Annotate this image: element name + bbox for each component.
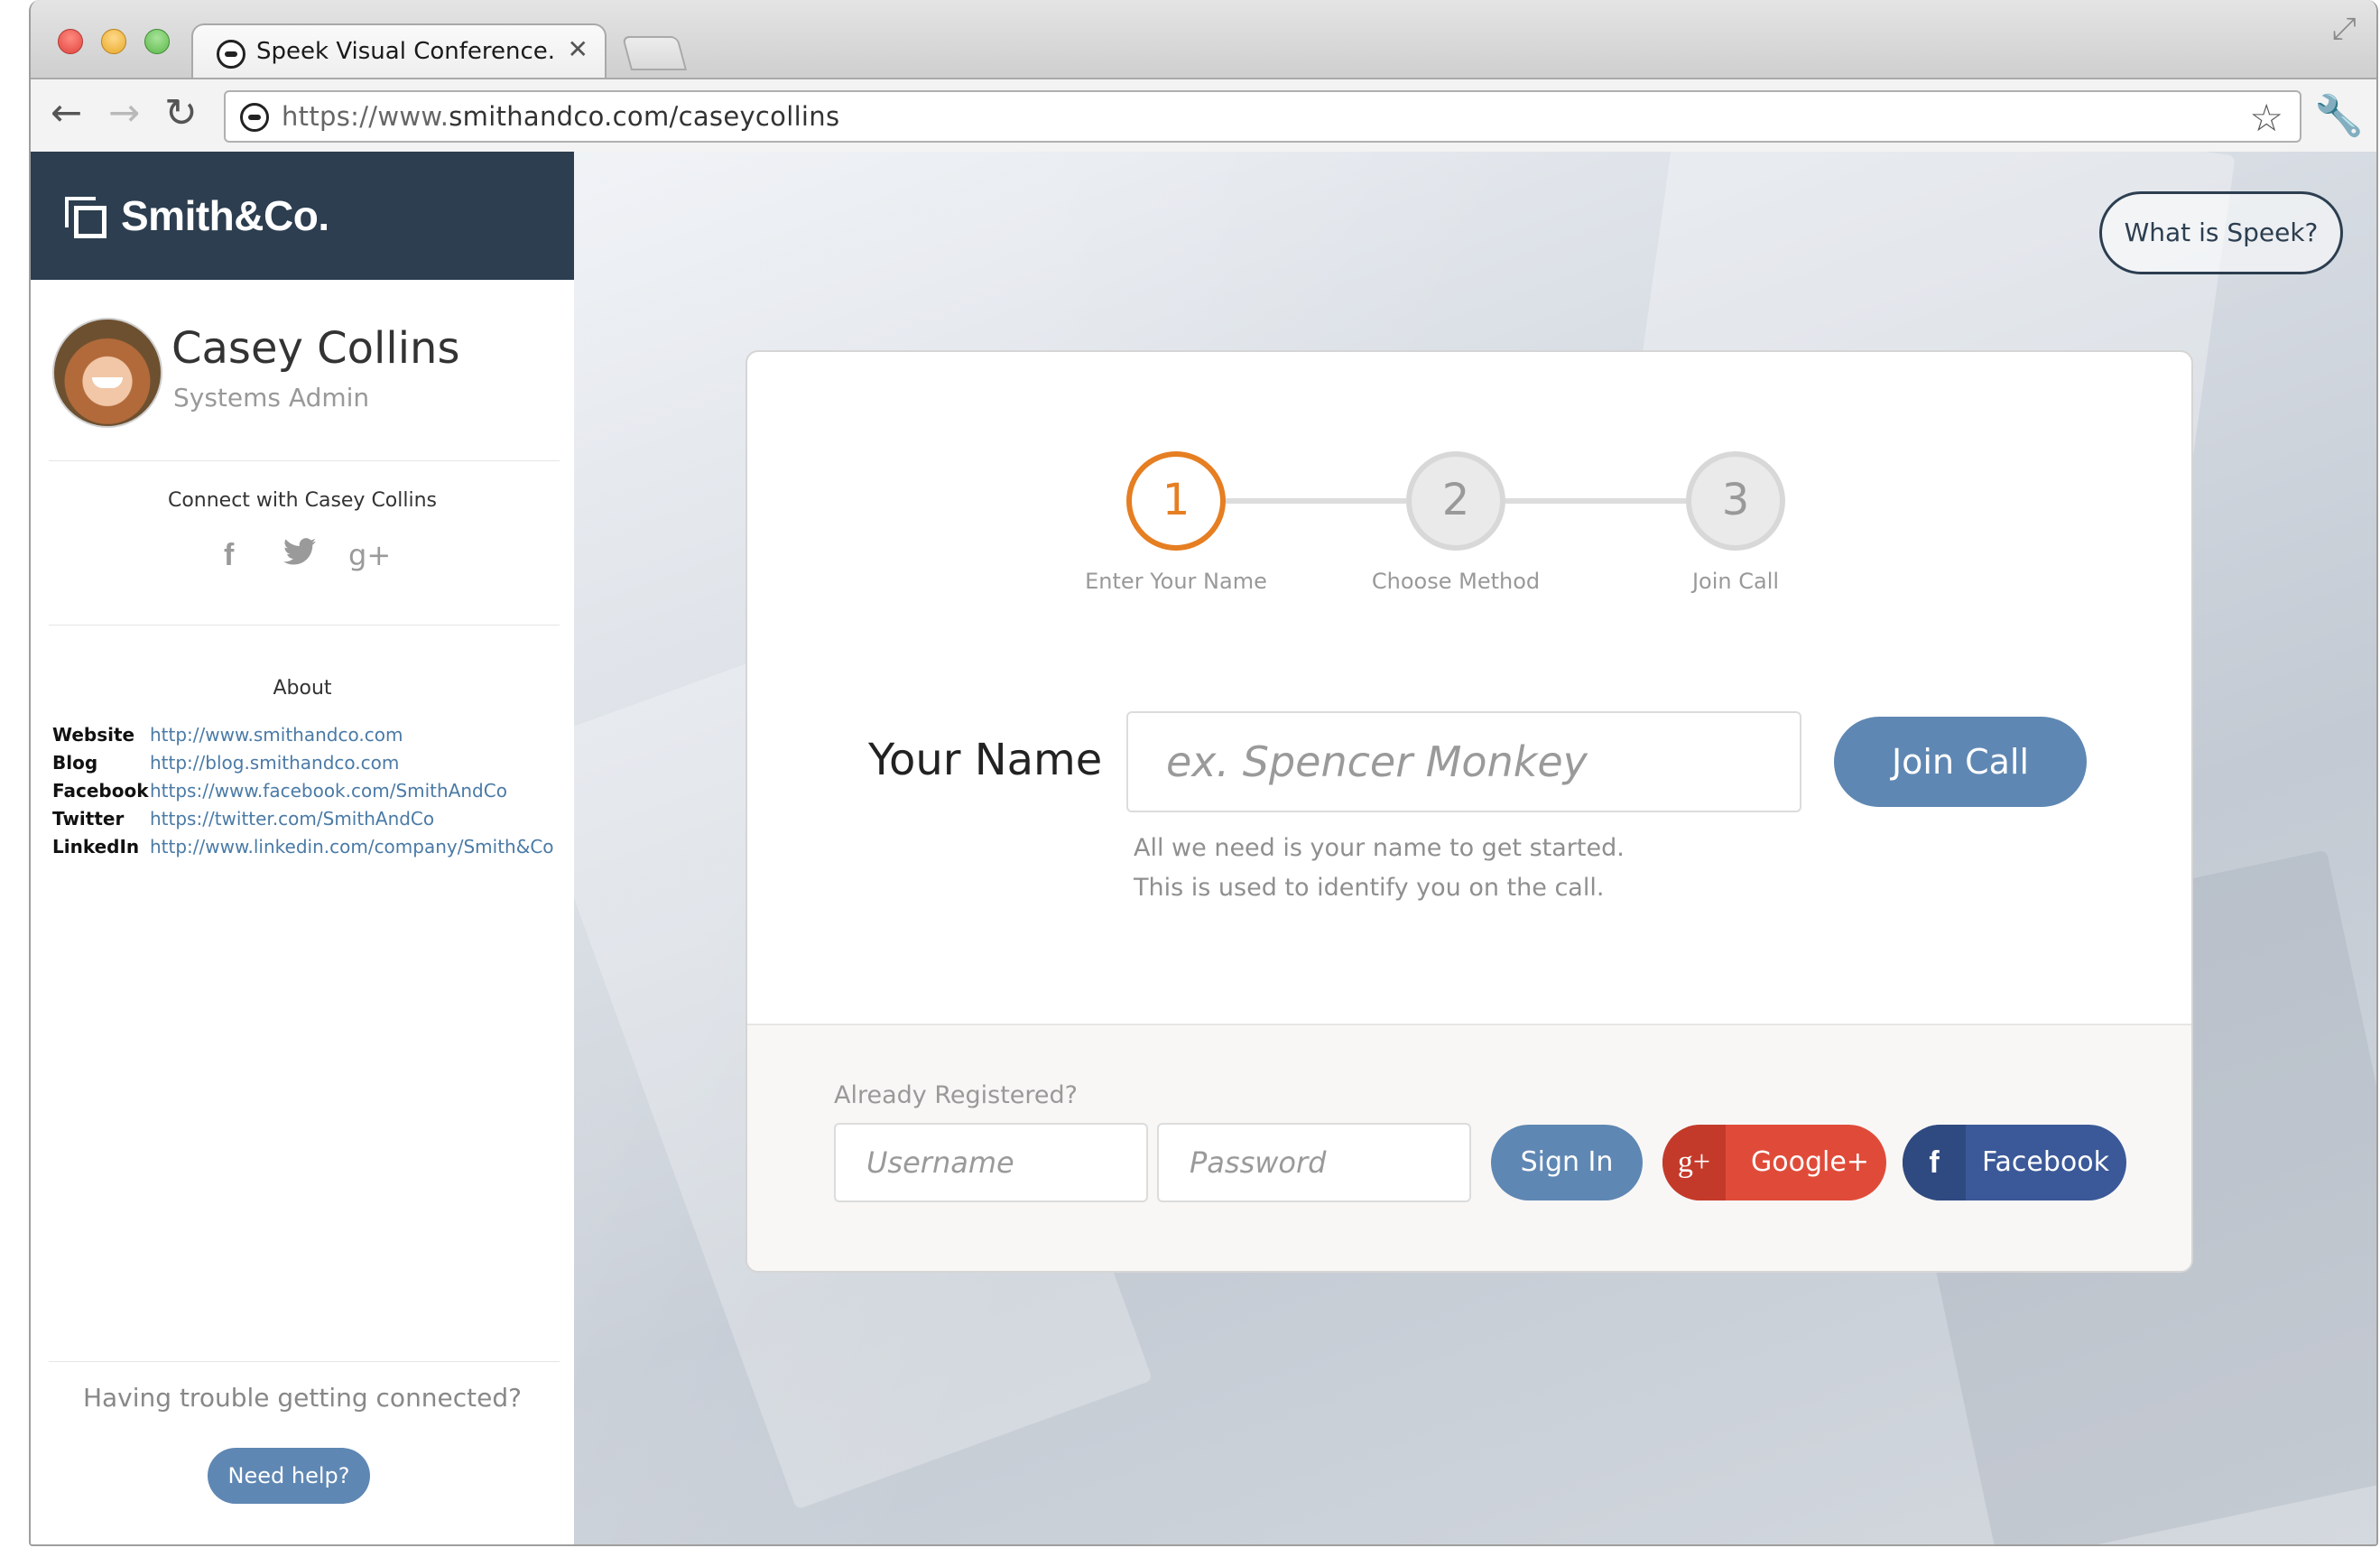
login-footer: Already Registered? Sign In g+ Google+ f… xyxy=(747,1024,2191,1271)
google-plus-label: Google+ xyxy=(1751,1146,1869,1178)
link-row-blog: Blog http://blog.smithandco.com xyxy=(52,752,400,774)
browser-tab[interactable]: Speek Visual Conference... ✕ xyxy=(191,23,607,79)
url-text[interactable]: https://www.smithandco.com/caseycollins xyxy=(282,101,839,132)
hint-line-2: This is used to identify you on the call… xyxy=(1134,874,1605,902)
need-help-button[interactable]: Need help? xyxy=(208,1448,370,1504)
step-1-label: Enter Your Name xyxy=(1085,569,1267,594)
step-3-label: Join Call xyxy=(1691,569,1780,594)
already-registered-label: Already Registered? xyxy=(834,1081,1078,1109)
brand-header: Smith&Co. xyxy=(31,152,574,280)
google-plus-button[interactable]: g+ Google+ xyxy=(1662,1125,1886,1200)
step-connector xyxy=(1505,498,1686,504)
bookmark-star-icon[interactable]: ☆ xyxy=(2249,96,2283,140)
divider xyxy=(49,1361,560,1362)
forward-arrow-icon[interactable]: → xyxy=(108,94,140,132)
profile-role: Systems Admin xyxy=(173,383,370,412)
google-plus-icon[interactable]: g+ xyxy=(348,538,391,572)
link-row-twitter: Twitter https://twitter.com/SmithAndCo xyxy=(52,808,435,830)
avatar xyxy=(52,318,162,428)
website-link[interactable]: http://www.smithandco.com xyxy=(150,724,403,746)
fullscreen-icon[interactable]: ⤢ xyxy=(2332,11,2357,47)
monkey-favicon-icon xyxy=(217,40,245,69)
twitter-icon[interactable] xyxy=(283,538,316,572)
wrench-icon[interactable]: 🔧 xyxy=(2314,92,2364,139)
tab-bar: Speek Visual Conference... ✕ ⤢ xyxy=(31,0,2376,79)
main-area: What is Speek? 1 2 3 Enter Your Name Cho… xyxy=(574,152,2376,1544)
your-name-label: Your Name xyxy=(868,735,1103,785)
join-card: 1 2 3 Enter Your Name Choose Method Join… xyxy=(745,350,2193,1273)
step-1-circle: 1 xyxy=(1126,451,1226,551)
facebook-label: Facebook xyxy=(1982,1146,2109,1178)
profile-name: Casey Collins xyxy=(171,323,460,374)
join-call-button[interactable]: Join Call xyxy=(1834,717,2087,807)
divider xyxy=(49,625,560,626)
linkedin-link[interactable]: http://www.linkedin.com/company/Smith&Co xyxy=(150,836,554,857)
close-window-button[interactable] xyxy=(58,29,83,54)
minimize-window-button[interactable] xyxy=(101,29,126,54)
step-2-circle: 2 xyxy=(1406,451,1505,551)
reload-icon[interactable]: ↻ xyxy=(164,94,198,134)
step-connector xyxy=(1226,498,1406,504)
link-row-facebook: Facebookhttps://www.facebook.com/SmithAn… xyxy=(52,780,507,802)
name-input[interactable] xyxy=(1126,711,1801,812)
address-bar[interactable]: https://www.smithandco.com/caseycollins … xyxy=(224,90,2301,143)
step-3-circle: 3 xyxy=(1686,451,1785,551)
new-tab-button[interactable] xyxy=(621,36,688,70)
brand-name: Smith&Co. xyxy=(121,192,329,239)
facebook-button[interactable]: f Facebook xyxy=(1903,1125,2126,1200)
trouble-text: Having trouble getting connected? xyxy=(82,1383,523,1413)
tab-close-icon[interactable]: ✕ xyxy=(568,34,588,64)
page-content: Smith&Co. Casey Collins Systems Admin Co… xyxy=(31,152,2376,1544)
site-favicon-icon xyxy=(240,103,269,132)
sign-in-button[interactable]: Sign In xyxy=(1491,1125,1643,1200)
username-input[interactable] xyxy=(834,1123,1148,1202)
google-plus-icon: g+ xyxy=(1662,1125,1726,1200)
browser-window: Speek Visual Conference... ✕ ⤢ ← → ↻ htt… xyxy=(29,0,2378,1546)
sidebar: Smith&Co. Casey Collins Systems Admin Co… xyxy=(31,152,575,1544)
divider xyxy=(49,460,560,461)
tab-title: Speek Visual Conference... xyxy=(256,38,554,65)
facebook-icon[interactable]: f xyxy=(224,538,234,573)
blog-link[interactable]: http://blog.smithandco.com xyxy=(150,752,399,774)
smithco-logo-icon xyxy=(65,197,108,240)
about-links: Website http://www.smithandco.com Blog htt… xyxy=(52,724,554,864)
what-is-speek-button[interactable]: What is Speek? xyxy=(2099,191,2343,274)
hint-line-1: All we need is your name to get started. xyxy=(1134,834,1625,862)
back-arrow-icon[interactable]: ← xyxy=(51,94,82,132)
facebook-link[interactable]: https://www.facebook.com/SmithAndCo xyxy=(150,780,507,802)
step-2-label: Choose Method xyxy=(1371,569,1541,594)
twitter-link[interactable]: https://twitter.com/SmithAndCo xyxy=(150,808,434,830)
link-row-linkedin: LinkedIn http://www.linkedin.com/company/… xyxy=(52,836,554,857)
link-row-website: Website http://www.smithandco.com xyxy=(52,724,403,746)
zoom-window-button[interactable] xyxy=(144,29,170,54)
facebook-icon: f xyxy=(1903,1125,1966,1200)
password-input[interactable] xyxy=(1157,1123,1471,1202)
browser-toolbar: ← → ↻ https://www.smithandco.com/caseyco… xyxy=(31,78,2376,153)
connect-title: Connect with Casey Collins xyxy=(167,489,438,512)
about-title: About xyxy=(273,677,332,700)
